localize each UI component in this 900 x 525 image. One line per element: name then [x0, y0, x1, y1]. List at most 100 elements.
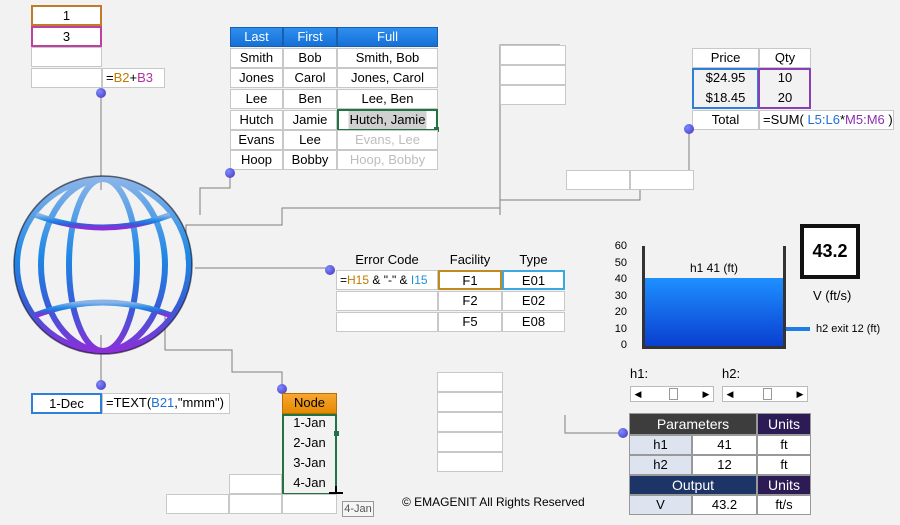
param-value[interactable]: 12 — [692, 455, 757, 475]
price-header[interactable]: Price — [692, 48, 759, 68]
empty-cell[interactable] — [437, 372, 503, 392]
connector-dot-errors — [325, 265, 335, 275]
cell-b2[interactable]: 1 — [31, 5, 102, 26]
names-header-first[interactable]: First — [283, 27, 337, 47]
scroll-right-icon[interactable]: ▶ — [793, 387, 807, 401]
names-cell[interactable]: Hoop — [230, 150, 283, 170]
formula-ref-b2: B2 — [113, 70, 130, 85]
formula-part: = — [340, 273, 348, 287]
names-cell[interactable]: Smith, Bob — [337, 48, 438, 68]
connector-dot-top — [96, 88, 106, 98]
output-name: V — [629, 495, 692, 515]
h1-scroll-thumb[interactable] — [669, 388, 678, 400]
formula-ref-b3: B3 — [137, 70, 153, 85]
tank-h1-label: h1 41 (ft) — [690, 261, 739, 275]
text-formula-cell[interactable]: =TEXT(B21,"mmm") — [102, 393, 230, 414]
connector-dot-names — [225, 168, 235, 178]
node-fill-handle[interactable] — [334, 431, 339, 436]
cell-b4[interactable] — [31, 47, 102, 67]
cell-b3[interactable]: 3 — [31, 26, 102, 47]
facility-cell[interactable]: F2 — [438, 291, 502, 311]
error-cell[interactable] — [336, 312, 438, 332]
param-unit: ft — [757, 455, 811, 475]
facility-cell[interactable]: F5 — [438, 312, 502, 332]
price-cell[interactable]: $18.45 — [692, 89, 759, 109]
total-label: Total — [692, 110, 759, 130]
names-cell[interactable]: Hutch — [230, 110, 283, 130]
names-cell[interactable]: Jamie — [283, 110, 337, 130]
error-cell[interactable] — [336, 291, 438, 311]
connector-dot-price — [684, 124, 694, 134]
formula-prefix: = — [106, 70, 114, 85]
tank-water — [645, 277, 783, 346]
price-cell[interactable]: $24.95 — [692, 69, 759, 89]
output-unit: ft/s — [757, 495, 811, 515]
empty-cell[interactable] — [229, 494, 282, 514]
names-cell[interactable]: Carol — [283, 68, 337, 88]
names-cell[interactable]: Bobby — [283, 150, 337, 170]
formula-ref-m: M5:M6 — [845, 112, 885, 127]
names-cell[interactable]: Lee, Ben — [337, 89, 438, 109]
h1-slider-label: h1: — [630, 366, 649, 381]
velocity-label: V (ft/s) — [813, 288, 852, 303]
empty-cell[interactable] — [500, 45, 566, 65]
empty-cell[interactable] — [437, 452, 503, 472]
h2-scroll-thumb[interactable] — [763, 388, 772, 400]
names-cell[interactable]: Lee — [230, 89, 283, 109]
h1-scrollbar[interactable]: ◀ ▶ — [630, 386, 714, 402]
tank-tick: 30 — [614, 290, 627, 302]
type-cell[interactable]: E02 — [502, 291, 565, 311]
formula-ref-l: L5:L6 — [807, 112, 840, 127]
names-flashfill-preview[interactable]: Hoop, Bobby — [337, 150, 438, 170]
names-cell[interactable]: Jones, Carol — [337, 68, 438, 88]
tank-tick: 20 — [614, 306, 627, 318]
qty-cell[interactable]: 20 — [759, 89, 811, 109]
param-value[interactable]: 41 — [692, 435, 757, 455]
names-header-full[interactable]: Full — [337, 27, 438, 47]
node-item[interactable]: 2-Jan — [282, 434, 337, 454]
h2-scrollbar[interactable]: ◀ ▶ — [722, 386, 808, 402]
empty-cell[interactable] — [437, 432, 503, 452]
qty-header[interactable]: Qty — [759, 48, 811, 68]
empty-cell[interactable] — [500, 65, 566, 85]
names-cell[interactable]: Ben — [283, 89, 337, 109]
names-cell[interactable]: Evans — [230, 130, 283, 150]
formula-part: ) — [888, 112, 893, 127]
names-cell[interactable]: Bob — [283, 48, 337, 68]
empty-cell[interactable] — [437, 392, 503, 412]
connector-dot-params — [618, 428, 628, 438]
cell-b5[interactable] — [31, 68, 102, 88]
names-header-last[interactable]: Last — [230, 27, 283, 47]
type-cell[interactable]: E01 — [502, 270, 565, 290]
node-header: Node — [282, 393, 337, 414]
globe-icon — [13, 175, 193, 355]
names-active-cell[interactable]: Hutch, Jamie — [337, 109, 438, 131]
node-item[interactable]: 3-Jan — [282, 454, 337, 474]
scroll-left-icon[interactable]: ◀ — [631, 387, 645, 401]
empty-cell[interactable] — [630, 170, 694, 190]
names-cell[interactable]: Jones — [230, 68, 283, 88]
date-value-cell[interactable]: 1-Dec — [31, 393, 102, 414]
formula-sum-cell[interactable]: =B2+B3 — [102, 68, 165, 88]
node-item[interactable]: 1-Jan — [282, 414, 337, 434]
empty-cell[interactable] — [437, 412, 503, 432]
error-formula-cell[interactable]: =H15 & "-" & I15 — [336, 270, 438, 290]
empty-cell[interactable] — [229, 474, 282, 494]
names-cell[interactable]: Smith — [230, 48, 283, 68]
empty-cell[interactable] — [500, 85, 566, 105]
total-formula-cell[interactable]: =SUM( L5:L6*M5:M6 ) — [759, 110, 894, 130]
names-cell[interactable]: Lee — [283, 130, 337, 150]
scroll-right-icon[interactable]: ▶ — [699, 387, 713, 401]
type-cell[interactable]: E08 — [502, 312, 565, 332]
empty-cell[interactable] — [282, 494, 337, 514]
facility-cell[interactable]: F1 — [438, 270, 502, 290]
parameters-header: Parameters — [629, 413, 757, 435]
qty-cell[interactable]: 10 — [759, 69, 811, 89]
empty-cell[interactable] — [166, 494, 229, 514]
scroll-left-icon[interactable]: ◀ — [723, 387, 737, 401]
output-header: Output — [629, 475, 757, 495]
formula-op: + — [129, 70, 138, 85]
param-unit: ft — [757, 435, 811, 455]
empty-cell[interactable] — [566, 170, 630, 190]
names-flashfill-preview[interactable]: Evans, Lee — [337, 130, 438, 150]
